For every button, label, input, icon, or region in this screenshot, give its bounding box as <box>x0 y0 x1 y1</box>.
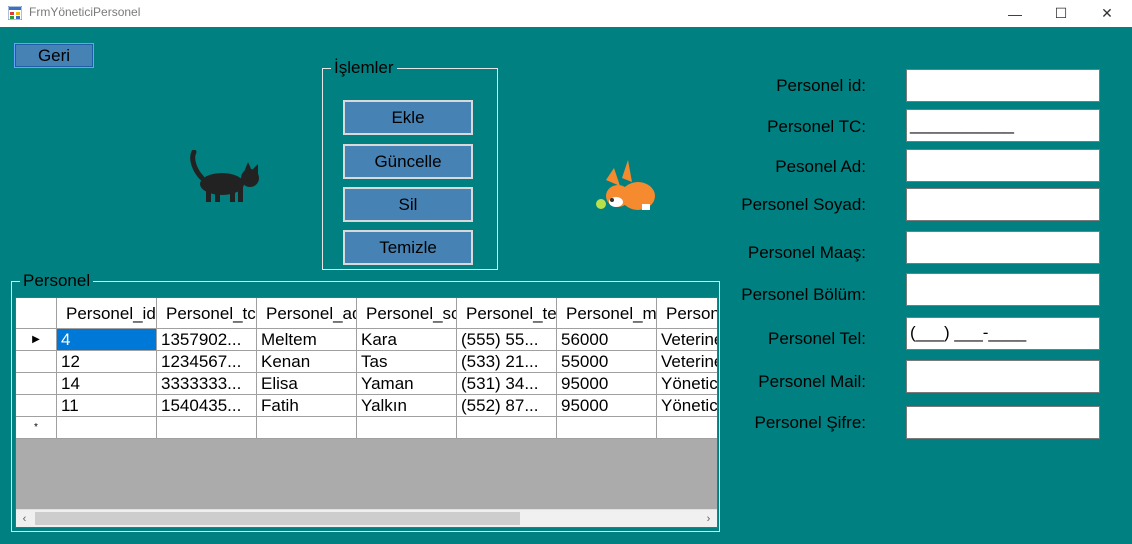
grid-cell[interactable]: Meltem <box>257 329 357 351</box>
form-window: FrmYöneticiPersonel — ☐ ✕ Geri İşlemler … <box>0 0 1132 544</box>
maas-label: Personel Maaş: <box>747 243 866 262</box>
current-row-icon: ▶ <box>32 334 40 345</box>
row-header[interactable] <box>16 395 57 417</box>
clear-button[interactable]: Temizle <box>343 230 473 265</box>
grid-cell[interactable]: 1357902... <box>157 329 257 351</box>
form-client-area: Geri İşlemler Ekle Güncelle Sil Temizle … <box>0 27 1132 544</box>
dog-image <box>596 160 655 210</box>
row-header[interactable] <box>16 373 57 395</box>
update-button[interactable]: Güncelle <box>343 144 473 179</box>
bolum-label: Personel Bölüm: <box>741 285 866 304</box>
bolum-field[interactable] <box>906 273 1100 306</box>
grid-cell[interactable]: Yalkın <box>357 395 457 417</box>
scroll-left-icon[interactable]: ‹ <box>16 510 33 527</box>
grid-cell[interactable]: 11 <box>57 395 157 417</box>
back-button[interactable]: Geri <box>14 43 94 68</box>
grid-cell[interactable]: (531) 34... <box>457 373 557 395</box>
grid-cell[interactable]: 4 <box>57 329 157 351</box>
grid-cell[interactable]: Yaman <box>357 373 457 395</box>
new-row-icon: * <box>34 422 38 433</box>
mail-field[interactable] <box>906 360 1100 393</box>
window-title: FrmYöneticiPersonel <box>29 5 141 19</box>
column-header-personel-tc[interactable]: Personel_tc <box>157 298 257 329</box>
new-row-header[interactable]: * <box>16 417 57 439</box>
horizontal-scrollbar[interactable]: ‹ › <box>16 509 717 527</box>
grid-cell[interactable]: Veteriner <box>657 351 717 373</box>
soyad-label: Personel Soyad: <box>741 195 866 214</box>
cat-image <box>190 150 259 202</box>
column-header-personel-maas[interactable]: Personel_maas <box>557 298 657 329</box>
add-button[interactable]: Ekle <box>343 100 473 135</box>
grid-cell[interactable]: Yönetici <box>657 395 717 417</box>
new-row-cell[interactable] <box>557 417 657 439</box>
grid-cell[interactable]: Tas <box>357 351 457 373</box>
title-bar: FrmYöneticiPersonel — ☐ ✕ <box>0 0 1132 27</box>
maximize-button[interactable]: ☐ <box>1038 0 1084 27</box>
tc-label: Personel TC: <box>767 117 866 136</box>
new-row-cell[interactable] <box>257 417 357 439</box>
ad-label: Pesonel Ad: <box>775 157 866 176</box>
soyad-field[interactable] <box>906 188 1100 221</box>
personnel-group-title: Personel <box>20 271 94 291</box>
column-header-personel-soyad[interactable]: Personel_soyad <box>357 298 457 329</box>
new-row-cell[interactable] <box>357 417 457 439</box>
tel-field[interactable]: (___) ___-____ <box>906 317 1100 350</box>
row-header-current[interactable]: ▶ <box>16 329 57 351</box>
ad-field[interactable] <box>906 149 1100 182</box>
app-icon <box>8 6 22 20</box>
grid-cell[interactable]: (552) 87... <box>457 395 557 417</box>
scroll-right-icon[interactable]: › <box>700 510 717 527</box>
row-header[interactable] <box>16 351 57 373</box>
grid-cell[interactable]: 14 <box>57 373 157 395</box>
tc-field[interactable]: ___________ <box>906 109 1100 142</box>
grid-cell[interactable]: 95000 <box>557 373 657 395</box>
grid-cell[interactable]: Fatih <box>257 395 357 417</box>
column-header-personel-ad[interactable]: Personel_ad <box>257 298 357 329</box>
grid-cell[interactable]: 95000 <box>557 395 657 417</box>
grid-cell[interactable]: 1234567... <box>157 351 257 373</box>
id-field[interactable] <box>906 69 1100 102</box>
column-header-personel-id[interactable]: Personel_id <box>57 298 157 329</box>
operations-group: İşlemler Ekle Güncelle Sil Temizle <box>322 58 498 270</box>
new-row-cell[interactable] <box>157 417 257 439</box>
operations-group-title: İşlemler <box>331 58 397 78</box>
grid-cell[interactable]: Yönetici <box>657 373 717 395</box>
delete-button[interactable]: Sil <box>343 187 473 222</box>
grid-cell[interactable]: Veteriner <box>657 329 717 351</box>
close-button[interactable]: ✕ <box>1084 0 1130 27</box>
grid-cell[interactable]: 56000 <box>557 329 657 351</box>
sifre-label: Personel Şifre: <box>754 413 867 432</box>
close-icon: ✕ <box>1101 5 1113 21</box>
grid-cell[interactable]: (533) 21... <box>457 351 557 373</box>
new-row-cell[interactable] <box>457 417 557 439</box>
tel-label: Personel Tel: <box>768 329 866 348</box>
id-label: Personel id: <box>776 76 866 95</box>
grid-cell[interactable]: 12 <box>57 351 157 373</box>
personnel-grid[interactable]: Personel_id Personel_tc Personel_ad Pers… <box>15 297 718 528</box>
new-row-cell[interactable] <box>657 417 717 439</box>
scrollbar-thumb[interactable] <box>35 512 520 525</box>
grid-cell[interactable]: Elisa <box>257 373 357 395</box>
grid-cell[interactable]: Kara <box>357 329 457 351</box>
mail-label: Personel Mail: <box>758 372 866 391</box>
grid-cell[interactable]: 3333333... <box>157 373 257 395</box>
minimize-icon: — <box>1008 5 1022 22</box>
maas-field[interactable] <box>906 231 1100 264</box>
sifre-field[interactable] <box>906 406 1100 439</box>
grid-cell[interactable]: 1540435... <box>157 395 257 417</box>
column-header-personel-tel[interactable]: Personel_tel <box>457 298 557 329</box>
grid-cell[interactable]: Kenan <box>257 351 357 373</box>
new-row-cell[interactable] <box>57 417 157 439</box>
grid-cell[interactable]: 55000 <box>557 351 657 373</box>
grid-cell[interactable]: (555) 55... <box>457 329 557 351</box>
maximize-icon: ☐ <box>1054 5 1068 21</box>
grid-corner-header[interactable] <box>16 298 57 329</box>
column-header-personel-bolum[interactable]: Personel_bolum <box>657 298 717 329</box>
minimize-button[interactable]: — <box>992 0 1038 27</box>
